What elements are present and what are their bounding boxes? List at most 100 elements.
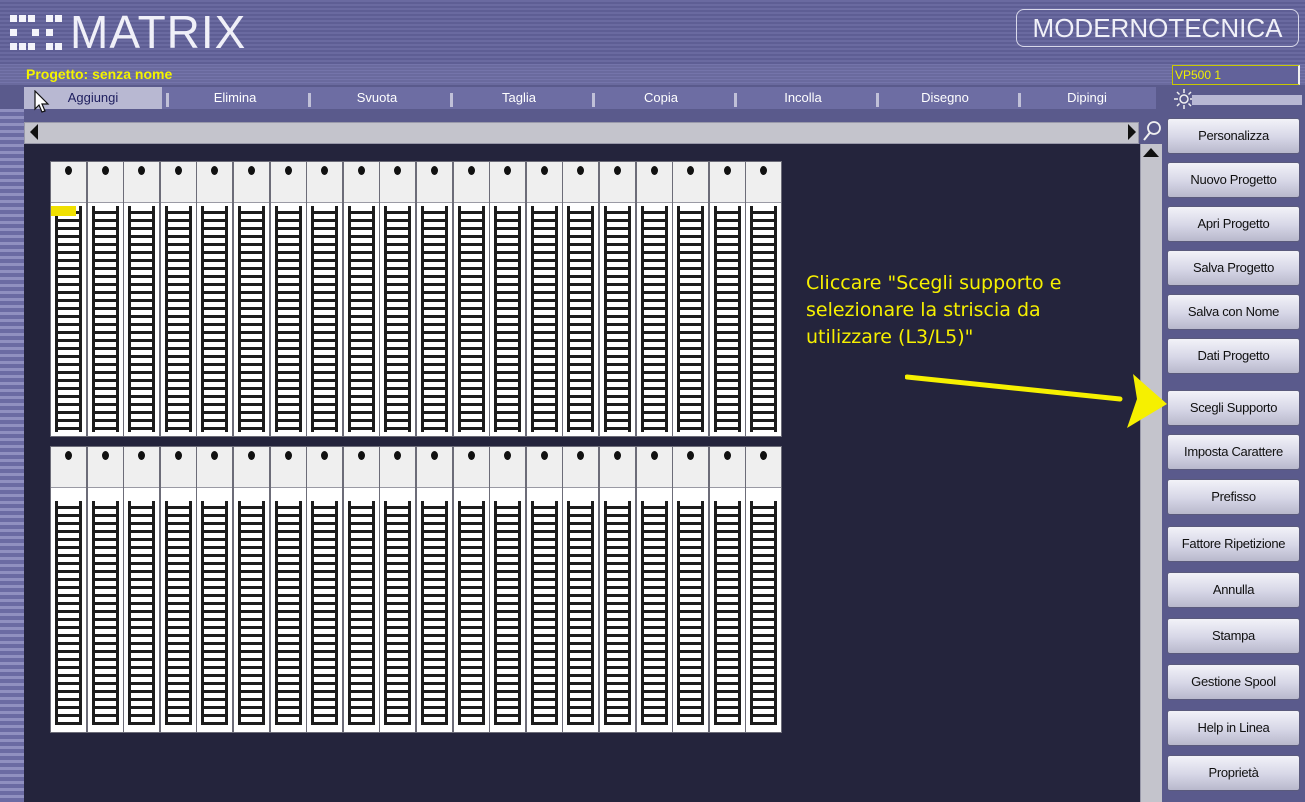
tab-taglia[interactable]: Taglia xyxy=(450,87,588,109)
scegli-supporto-button[interactable]: Scegli Supporto xyxy=(1167,390,1300,426)
help-in-linea-button[interactable]: Help in Linea xyxy=(1167,710,1300,746)
label-strip[interactable] xyxy=(636,161,673,437)
label-strip[interactable] xyxy=(599,161,636,437)
label-strip[interactable] xyxy=(379,446,416,733)
strip-slots[interactable] xyxy=(421,206,448,432)
label-strip[interactable] xyxy=(416,161,453,437)
apri-progetto-button[interactable]: Apri Progetto xyxy=(1167,206,1300,242)
label-strip[interactable] xyxy=(160,161,197,437)
strip-slots[interactable] xyxy=(750,501,777,725)
label-strip[interactable] xyxy=(599,446,636,733)
tab-elimina[interactable]: Elimina xyxy=(166,87,304,109)
strip-slots[interactable] xyxy=(165,501,192,725)
device-model-field[interactable]: VP500 1 xyxy=(1172,65,1300,85)
tab-svuota[interactable]: Svuota xyxy=(308,87,446,109)
label-strip[interactable] xyxy=(306,446,343,733)
strip-slots[interactable] xyxy=(55,206,82,432)
strip-slots[interactable] xyxy=(421,501,448,725)
tab-disegno[interactable]: Disegno xyxy=(876,87,1014,109)
strip-slots[interactable] xyxy=(531,501,558,725)
label-strip[interactable] xyxy=(709,161,746,437)
stampa-button[interactable]: Stampa xyxy=(1167,618,1300,654)
strip-slots[interactable] xyxy=(311,206,338,432)
label-strip[interactable] xyxy=(233,161,270,437)
label-strip[interactable] xyxy=(562,161,599,437)
label-strip[interactable] xyxy=(526,446,563,733)
strip-slots[interactable] xyxy=(128,501,155,725)
strip-slots[interactable] xyxy=(604,501,631,725)
label-strip[interactable] xyxy=(416,446,453,733)
tab-copia[interactable]: Copia xyxy=(592,87,730,109)
strip-slots[interactable] xyxy=(567,501,594,725)
label-strip[interactable] xyxy=(636,446,673,733)
strip-slots[interactable] xyxy=(238,206,265,432)
strip-slots[interactable] xyxy=(384,501,411,725)
label-strip[interactable] xyxy=(196,446,233,733)
scroll-up-icon[interactable] xyxy=(1143,148,1159,157)
label-strip[interactable] xyxy=(526,161,563,437)
imposta-carattere-button[interactable]: Imposta Carattere xyxy=(1167,434,1300,470)
zoom-icon[interactable] xyxy=(1142,120,1162,142)
strip-slots[interactable] xyxy=(348,206,375,432)
strip-slots[interactable] xyxy=(92,206,119,432)
label-strip[interactable] xyxy=(123,161,160,437)
label-strip[interactable] xyxy=(160,446,197,733)
strip-slots[interactable] xyxy=(275,501,302,725)
strip-slots[interactable] xyxy=(604,206,631,432)
strip-slots[interactable] xyxy=(677,206,704,432)
scroll-right-icon[interactable] xyxy=(1128,124,1136,140)
label-strip[interactable] xyxy=(379,161,416,437)
label-strip[interactable] xyxy=(270,446,307,733)
personalizza-button[interactable]: Personalizza xyxy=(1167,118,1300,154)
strip-slots[interactable] xyxy=(92,501,119,725)
strip-slots[interactable] xyxy=(531,206,558,432)
label-strip[interactable] xyxy=(672,446,709,733)
label-strip[interactable] xyxy=(489,446,526,733)
strip-slots[interactable] xyxy=(275,206,302,432)
strip-canvas[interactable] xyxy=(24,144,1140,802)
tab-dipingi[interactable]: Dipingi xyxy=(1018,87,1156,109)
brightness-slider[interactable] xyxy=(1192,95,1302,105)
fattore-ripetizione-button[interactable]: Fattore Ripetizione xyxy=(1167,526,1300,562)
strip-slots[interactable] xyxy=(55,501,82,725)
label-strip[interactable] xyxy=(196,161,233,437)
strip-slots[interactable] xyxy=(238,501,265,725)
label-strip[interactable] xyxy=(306,161,343,437)
annulla-button[interactable]: Annulla xyxy=(1167,572,1300,608)
label-strip[interactable] xyxy=(343,446,380,733)
label-strip[interactable] xyxy=(745,446,782,733)
scroll-left-icon[interactable] xyxy=(30,124,38,140)
dati-progetto-button[interactable]: Dati Progetto xyxy=(1167,338,1300,374)
strip-slots[interactable] xyxy=(641,501,668,725)
strip-slots[interactable] xyxy=(750,206,777,432)
strip-slots[interactable] xyxy=(165,206,192,432)
strip-slots[interactable] xyxy=(494,501,521,725)
strip-slots[interactable] xyxy=(201,501,228,725)
label-strip[interactable] xyxy=(50,446,87,733)
label-strip[interactable] xyxy=(50,161,87,437)
gestione-spool-button[interactable]: Gestione Spool xyxy=(1167,664,1300,700)
strip-slots[interactable] xyxy=(714,501,741,725)
label-strip[interactable] xyxy=(453,161,490,437)
prefisso-button[interactable]: Prefisso xyxy=(1167,479,1300,515)
strip-slots[interactable] xyxy=(677,501,704,725)
strip-slots[interactable] xyxy=(641,206,668,432)
sun-icon[interactable] xyxy=(1174,89,1194,109)
strip-slots[interactable] xyxy=(714,206,741,432)
horizontal-scrollbar[interactable] xyxy=(24,122,1139,144)
salva-con-nome-button[interactable]: Salva con Nome xyxy=(1167,294,1300,330)
strip-slots[interactable] xyxy=(567,206,594,432)
nuovo-progetto-button[interactable]: Nuovo Progetto xyxy=(1167,162,1300,198)
label-strip[interactable] xyxy=(489,161,526,437)
label-strip[interactable] xyxy=(87,161,124,437)
label-strip[interactable] xyxy=(745,161,782,437)
strip-slots[interactable] xyxy=(201,206,228,432)
label-strip[interactable] xyxy=(123,446,160,733)
tab-incolla[interactable]: Incolla xyxy=(734,87,872,109)
label-strip[interactable] xyxy=(87,446,124,733)
strip-slots[interactable] xyxy=(348,501,375,725)
proprieta-button[interactable]: Proprietà xyxy=(1167,755,1300,791)
strip-slots[interactable] xyxy=(494,206,521,432)
vertical-scrollbar[interactable] xyxy=(1140,144,1162,802)
label-strip[interactable] xyxy=(233,446,270,733)
